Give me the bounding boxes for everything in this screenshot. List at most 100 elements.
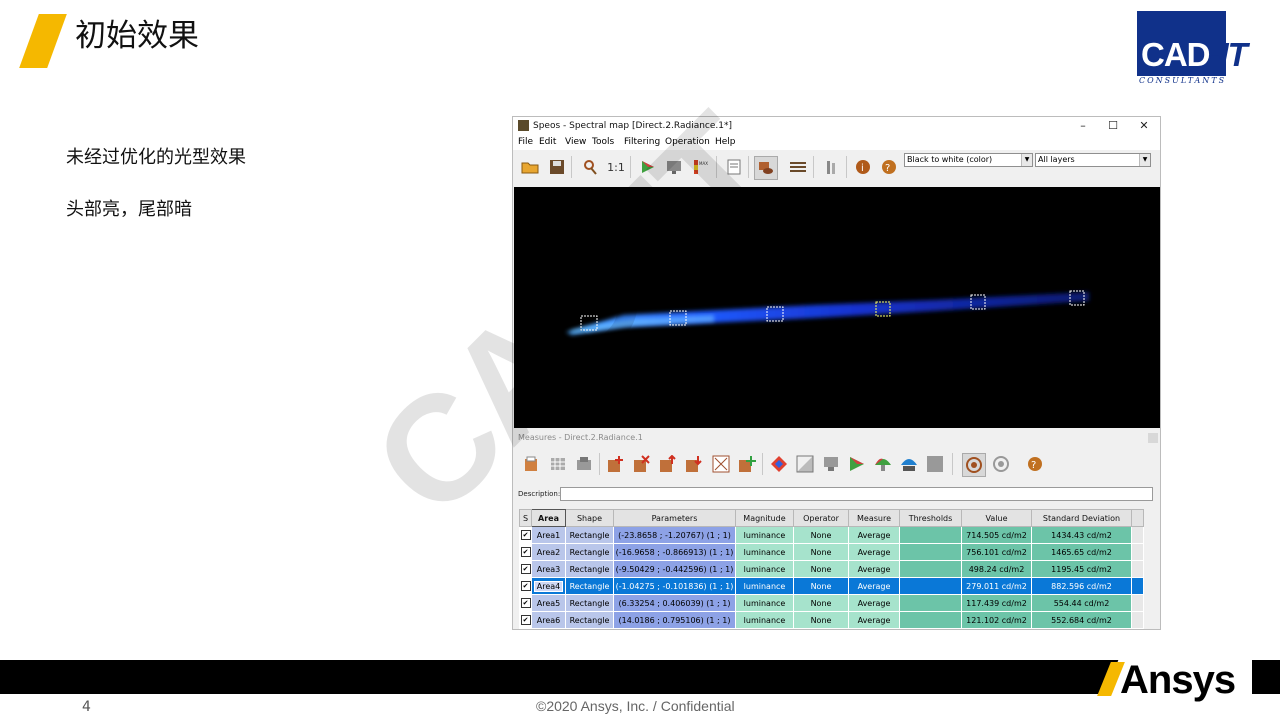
menu-tools[interactable]: Tools [592, 135, 614, 150]
help-icon[interactable]: ? [1024, 453, 1046, 475]
row-thresholds[interactable] [899, 543, 962, 561]
row-shape[interactable]: Rectangle [565, 594, 614, 612]
row-measure[interactable]: Average [848, 611, 900, 629]
target-icon[interactable] [962, 453, 986, 477]
table-row[interactable]: ✔ Area5 Rectangle (6.33254 ; 0.406039) (… [519, 594, 1144, 612]
row-shape[interactable]: Rectangle [565, 577, 614, 595]
move-up-icon[interactable] [657, 453, 679, 475]
table-row[interactable]: ✔ Area3 Rectangle (-9.50429 ; -0.442596)… [519, 560, 1144, 578]
lamp-icon[interactable] [898, 453, 920, 475]
report-icon[interactable] [723, 156, 745, 178]
row-checkbox[interactable]: ✔ [519, 611, 532, 629]
row-operator[interactable]: None [793, 577, 849, 595]
row-thresholds[interactable] [899, 577, 962, 595]
table-row-selected[interactable]: ✔ Area4 Rectangle (-1.04275 ; -0.101836)… [519, 577, 1144, 595]
row-area[interactable]: Area6 [531, 611, 566, 629]
table-row[interactable]: ✔ Area6 Rectangle (14.0186 ; 0.795106) (… [519, 611, 1144, 629]
row-measure[interactable]: Average [848, 543, 900, 561]
clear-icon[interactable] [710, 453, 732, 475]
move-down-icon[interactable] [683, 453, 705, 475]
import-icon[interactable] [520, 453, 542, 475]
row-measure[interactable]: Average [848, 577, 900, 595]
close-icon[interactable] [1148, 433, 1158, 443]
row-magnitude[interactable]: luminance [735, 577, 794, 595]
row-parameters[interactable]: (6.33254 ; 0.406039) (1 ; 1) [613, 594, 736, 612]
table-row[interactable]: ✔ Area1 Rectangle (-23.8658 ; -1.20767) … [519, 526, 1144, 544]
row-magnitude[interactable]: luminance [735, 611, 794, 629]
description-input[interactable] [560, 487, 1153, 501]
row-operator[interactable]: None [793, 526, 849, 544]
add-area-icon[interactable] [605, 453, 627, 475]
mushroom-icon[interactable] [872, 453, 894, 475]
row-area[interactable]: Area4 [531, 577, 566, 595]
row-shape[interactable]: Rectangle [565, 543, 614, 561]
help-icon[interactable]: ? [878, 156, 900, 178]
spectral-map-viewport[interactable] [514, 187, 1160, 428]
menu-operation[interactable]: Operation [665, 135, 710, 150]
save-icon[interactable] [546, 156, 568, 178]
row-area[interactable]: Area1 [531, 526, 566, 544]
col-header-std[interactable]: Standard Deviation [1031, 509, 1132, 527]
row-thresholds[interactable] [899, 611, 962, 629]
target-gray-icon[interactable] [990, 453, 1012, 475]
menu-file[interactable]: File [518, 135, 533, 150]
grid-icon[interactable] [547, 453, 569, 475]
col-header-s[interactable]: S [519, 509, 532, 527]
col-header-shape[interactable]: Shape [565, 509, 614, 527]
row-thresholds[interactable] [899, 526, 962, 544]
row-magnitude[interactable]: luminance [735, 594, 794, 612]
color-palette-icon[interactable] [637, 156, 659, 178]
diamond-icon[interactable] [768, 453, 790, 475]
menu-view[interactable]: View [565, 135, 586, 150]
open-icon[interactable] [519, 156, 541, 178]
row-parameters[interactable]: (14.0186 ; 0.795106) (1 ; 1) [613, 611, 736, 629]
col-header-value[interactable]: Value [961, 509, 1032, 527]
col-header-thresholds[interactable]: Thresholds [899, 509, 962, 527]
row-operator[interactable]: None [793, 543, 849, 561]
row-checkbox[interactable]: ✔ [519, 526, 532, 544]
color-mode-select[interactable]: Black to white (color) ▼ [904, 153, 1033, 167]
col-header-measure[interactable]: Measure [848, 509, 900, 527]
stop-icon[interactable] [924, 453, 946, 475]
close-button[interactable]: ✕ [1129, 117, 1159, 135]
color-icon[interactable] [846, 453, 868, 475]
row-area[interactable]: Area5 [531, 594, 566, 612]
maximize-button[interactable]: ☐ [1098, 117, 1128, 135]
row-operator[interactable]: None [793, 560, 849, 578]
row-measure[interactable]: Average [848, 560, 900, 578]
col-header-parameters[interactable]: Parameters [613, 509, 736, 527]
delete-area-icon[interactable] [631, 453, 653, 475]
row-measure[interactable]: Average [848, 594, 900, 612]
settings-sliders-icon[interactable] [787, 156, 809, 178]
surface-view-icon[interactable] [754, 156, 778, 180]
row-magnitude[interactable]: luminance [735, 543, 794, 561]
row-operator[interactable]: None [793, 611, 849, 629]
row-parameters[interactable]: (-1.04275 ; -0.101836) (1 ; 1) [613, 577, 736, 595]
row-measure[interactable]: Average [848, 526, 900, 544]
display-icon[interactable] [820, 453, 842, 475]
gradient-icon[interactable] [794, 453, 816, 475]
row-checkbox[interactable]: ✔ [519, 594, 532, 612]
row-shape[interactable]: Rectangle [565, 560, 614, 578]
row-checkbox[interactable]: ✔ [519, 577, 532, 595]
menu-filtering[interactable]: Filtering [624, 135, 660, 150]
minimize-button[interactable]: – [1068, 117, 1098, 135]
add-measure-icon[interactable] [736, 453, 758, 475]
row-checkbox[interactable]: ✔ [519, 560, 532, 578]
tools-icon[interactable] [820, 156, 842, 178]
zoom-icon[interactable] [579, 156, 601, 178]
row-area[interactable]: Area2 [531, 543, 566, 561]
col-header-area[interactable]: Area [531, 509, 566, 527]
row-magnitude[interactable]: luminance [735, 526, 794, 544]
row-thresholds[interactable] [899, 594, 962, 612]
col-header-operator[interactable]: Operator [793, 509, 849, 527]
row-thresholds[interactable] [899, 560, 962, 578]
row-area-editor[interactable]: Area4 [533, 580, 564, 592]
row-parameters[interactable]: (-16.9658 ; -0.866913) (1 ; 1) [613, 543, 736, 561]
menu-help[interactable]: Help [715, 135, 736, 150]
row-magnitude[interactable]: luminance [735, 560, 794, 578]
export-icon[interactable] [573, 453, 595, 475]
actual-size-icon[interactable]: 1:1 [605, 156, 627, 178]
row-operator[interactable]: None [793, 594, 849, 612]
info-icon[interactable]: i [852, 156, 874, 178]
